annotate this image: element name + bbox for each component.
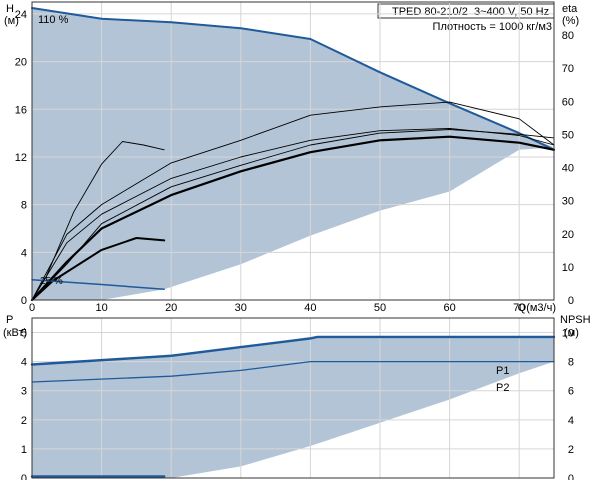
header-model: TPED 80-210/2	[392, 6, 468, 18]
x-tick: 50	[374, 302, 386, 314]
y-tick-left: 0	[21, 295, 27, 307]
y-tick-right: 80	[562, 30, 574, 42]
y-tick-right: 8	[568, 357, 574, 369]
y-tick-left: 4	[21, 247, 27, 259]
y-tick-right: 4	[568, 415, 574, 427]
bottom-left-label: P	[6, 314, 13, 326]
y-tick-left: 2	[21, 415, 27, 427]
y-tick-left: 16	[15, 104, 27, 116]
bottom-right-label: NPSH	[560, 314, 591, 326]
y-tick-right: 0	[568, 295, 574, 307]
power-npsh-chart: 0123450246810 P (кВт) NPSH (м) P1 P2	[3, 314, 591, 485]
x-tick: 40	[304, 302, 316, 314]
x-tick: 0	[29, 302, 35, 314]
y-tick-right: 70	[562, 63, 574, 75]
y-tick-right: 60	[562, 96, 574, 108]
y-tick-left: 4	[21, 357, 27, 369]
x-tick: 60	[443, 302, 455, 314]
bottom-left-unit: (кВт)	[3, 327, 27, 339]
header-supply: 3~400 V, 50 Hz	[474, 6, 549, 18]
operating-area	[32, 336, 554, 478]
y-tick-left: 0	[21, 473, 27, 480]
header-box: TPED 80-210/2 3~400 V, 50 Hz Плотность =…	[377, 3, 555, 33]
top-right-label: eta	[562, 3, 578, 15]
top-right-unit: (%)	[562, 15, 579, 27]
y-tick-right: 50	[562, 129, 574, 141]
x-tick: 20	[165, 302, 177, 314]
x-tick: 10	[95, 302, 107, 314]
annotation-25: 25 %	[40, 276, 63, 287]
y-tick-right: 0	[568, 473, 574, 480]
annotation-110: 110 %	[38, 14, 69, 26]
y-tick-left: 20	[15, 57, 27, 69]
x-tick: 30	[235, 302, 247, 314]
x-axis-label: Q(м3/ч)	[518, 302, 556, 314]
series-label-p2: P2	[496, 382, 509, 394]
y-tick-right: 40	[562, 163, 574, 175]
top-left-unit: (м)	[4, 15, 19, 27]
y-tick-right: 20	[562, 229, 574, 241]
y-tick-left: 12	[15, 152, 27, 164]
y-tick-left: 8	[21, 200, 27, 212]
y-tick-left: 3	[21, 386, 27, 398]
pump-performance-chart: TPED 80-210/2 3~400 V, 50 Hz Плотность =…	[3, 1, 591, 485]
operating-area	[32, 7, 554, 301]
y-tick-right: 2	[568, 444, 574, 456]
head-efficiency-chart: 04812162024010203040506070800 10 20 30 40 50 6…	[4, 1, 579, 314]
header-density: Плотность = 1000 кг/м3	[433, 21, 552, 33]
y-tick-right: 30	[562, 196, 574, 208]
bottom-right-unit: (м)	[564, 327, 579, 339]
series-label-p1: P1	[496, 365, 509, 377]
y-tick-right: 6	[568, 386, 574, 398]
y-tick-left: 1	[21, 444, 27, 456]
y-tick-right: 10	[562, 262, 574, 274]
top-left-label: H	[6, 3, 14, 15]
